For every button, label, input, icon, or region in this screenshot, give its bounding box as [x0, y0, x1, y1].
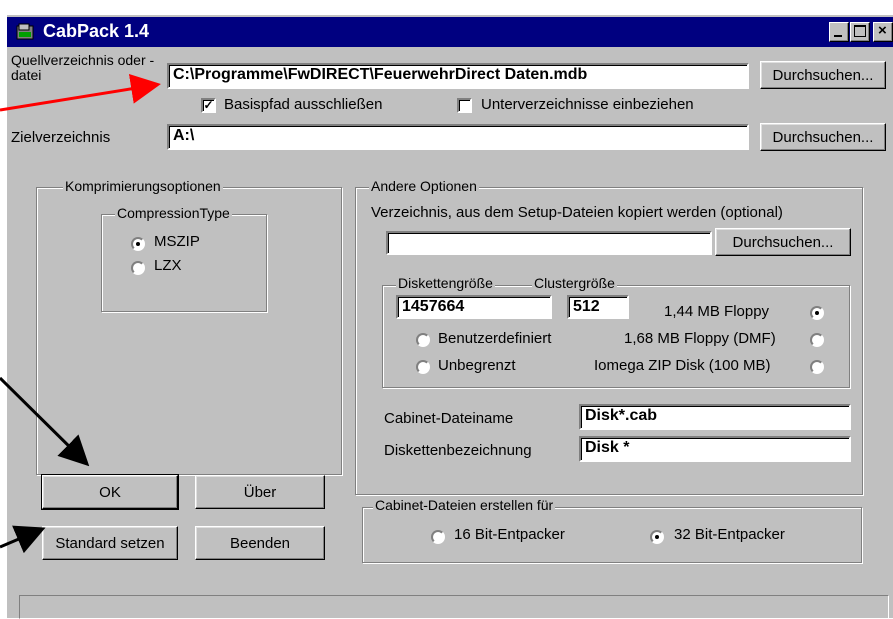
unlimited-radio[interactable] — [416, 360, 430, 374]
target-browse-button[interactable]: Durchsuchen... — [760, 123, 886, 151]
mszip-radio[interactable] — [131, 237, 145, 251]
floppy-168-radio[interactable] — [810, 333, 824, 347]
compression-type-title: CompressionType — [115, 205, 232, 221]
bit32-label: 32 Bit-Entpacker — [674, 526, 785, 543]
zip-disk-radio[interactable] — [810, 360, 824, 374]
setup-dir-input[interactable] — [386, 231, 712, 255]
cabinet-name-input[interactable]: Disk*.cab — [579, 404, 851, 430]
unlimited-label: Unbegrenzt — [438, 357, 516, 374]
disk-size-label: Diskettengröße — [396, 275, 495, 291]
basepath-checkbox[interactable]: ✓ — [201, 98, 216, 113]
window-title: CabPack 1.4 — [43, 21, 150, 41]
target-label: Zielverzeichnis — [11, 129, 111, 146]
setup-dir-browse-button[interactable]: Durchsuchen... — [715, 228, 851, 256]
lzx-radio[interactable] — [131, 261, 145, 275]
create-for-title: Cabinet-Dateien erstellen für — [373, 497, 556, 513]
about-button[interactable]: Über — [195, 475, 325, 509]
close-button[interactable]: × — [873, 22, 893, 42]
subdirs-checkbox[interactable] — [457, 98, 472, 113]
exit-button[interactable]: Beenden — [195, 526, 325, 560]
maximize-button[interactable] — [850, 22, 870, 42]
source-input[interactable]: C:\Programme\FwDIRECT\FeuerwehrDirect Da… — [167, 63, 749, 89]
bit16-radio[interactable] — [431, 530, 445, 544]
compression-type-group — [101, 214, 267, 312]
app-icon — [16, 23, 34, 40]
setup-dir-label: Verzeichnis, aus dem Setup-Dateien kopie… — [371, 204, 783, 221]
zip-disk-label: Iomega ZIP Disk (100 MB) — [594, 357, 771, 374]
floppy-144-radio[interactable] — [810, 306, 824, 320]
floppy-168-label: 1,68 MB Floppy (DMF) — [624, 330, 776, 347]
minimize-icon — [834, 35, 842, 37]
custom-size-label: Benutzerdefiniert — [438, 330, 552, 347]
lzx-label: LZX — [154, 257, 182, 274]
compression-group-title: Komprimierungsoptionen — [63, 178, 223, 194]
cabpack-window: CabPack 1.4 × Quellverzeichnis oder -dat… — [6, 14, 893, 619]
cluster-size-label: Clustergröße — [532, 275, 617, 291]
defaults-button[interactable]: Standard setzen — [42, 526, 178, 560]
mszip-label: MSZIP — [154, 233, 200, 250]
floppy-144-label: 1,44 MB Floppy — [664, 303, 770, 320]
bit32-radio[interactable] — [650, 530, 664, 544]
close-icon: × — [878, 22, 887, 39]
custom-size-radio[interactable] — [416, 333, 430, 347]
source-label: Quellverzeichnis oder -datei — [11, 52, 155, 83]
source-browse-button[interactable]: Durchsuchen... — [760, 61, 886, 89]
subdirs-label: Unterverzeichnisse einbeziehen — [481, 96, 694, 113]
bit16-label: 16 Bit-Entpacker — [454, 526, 565, 543]
target-input[interactable]: A:\ — [167, 124, 749, 150]
ok-button[interactable]: OK — [41, 474, 179, 510]
status-bar — [19, 595, 889, 619]
cabinet-name-label: Cabinet-Dateiname — [384, 410, 514, 427]
basepath-label: Basispfad ausschließen — [224, 96, 383, 113]
cluster-size-input[interactable]: 512 — [567, 295, 629, 319]
maximize-icon — [854, 25, 866, 37]
title-bar[interactable]: CabPack 1.4 × — [7, 17, 893, 47]
other-options-title: Andere Optionen — [369, 178, 479, 194]
minimize-button[interactable] — [829, 22, 849, 42]
disk-label-input[interactable]: Disk * — [579, 436, 851, 462]
disk-label-label: Diskettenbezeichnung — [384, 442, 532, 459]
disk-size-input[interactable]: 1457664 — [396, 295, 552, 319]
